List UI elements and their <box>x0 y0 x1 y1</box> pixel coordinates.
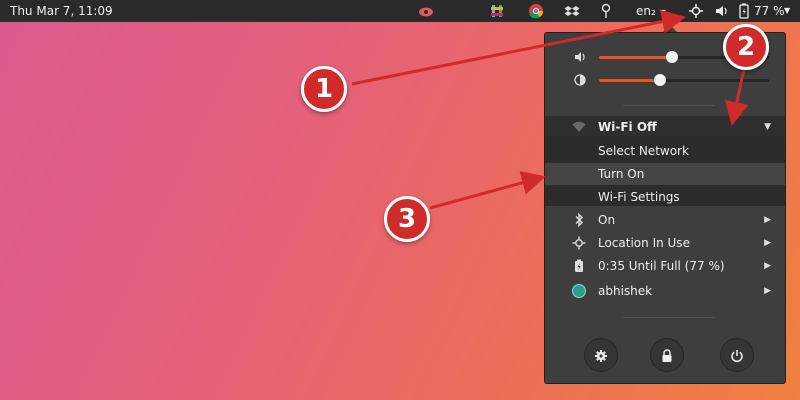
location-icon[interactable] <box>688 0 704 22</box>
lock-icon <box>661 348 673 362</box>
chevron-right-icon: ▶ <box>764 215 771 225</box>
chevron-right-icon: ▶ <box>764 286 771 296</box>
slack-icon[interactable] <box>489 0 505 22</box>
callout-3: 3 <box>384 196 430 242</box>
divider <box>623 105 715 106</box>
chevron-right-icon: ▶ <box>764 238 771 248</box>
volume-slider-fill <box>599 56 673 59</box>
battery-menu-item[interactable]: 0:35 Until Full (77 %) ▶ <box>545 255 785 277</box>
brightness-slider-row <box>545 72 785 88</box>
menu-caret <box>663 25 677 32</box>
menu-item-label: Turn On <box>598 167 645 181</box>
brightness-icon <box>573 72 587 88</box>
divider <box>623 317 715 318</box>
language-indicator[interactable]: en₂ ▼ <box>636 0 666 22</box>
power-icon <box>730 348 744 362</box>
system-menu: Wi-Fi Off ▼ Select Network Turn On Wi-Fi… <box>544 32 786 384</box>
battery-status-label: 0:35 Until Full (77 %) <box>598 259 725 273</box>
pin-icon[interactable] <box>598 0 614 22</box>
location-label: Location In Use <box>598 236 690 250</box>
battery-percent[interactable]: 77 % <box>754 0 785 22</box>
bluetooth-label: On <box>598 213 616 227</box>
chevron-down-icon: ▼ <box>659 8 666 17</box>
clock[interactable]: Thu Mar 7, 11:09 <box>10 0 113 22</box>
cloud-icon[interactable] <box>418 0 434 22</box>
chrome-icon[interactable] <box>528 0 544 22</box>
user-menu-item[interactable]: abhishek ▶ <box>545 280 785 302</box>
volume-slider-handle[interactable] <box>666 51 679 63</box>
wifi-settings[interactable]: Wi-Fi Settings <box>545 186 785 208</box>
brightness-slider-fill <box>599 79 661 82</box>
callout-1: 1 <box>301 66 347 112</box>
wifi-submenu: Select Network Turn On Wi-Fi Settings <box>545 136 785 206</box>
lock-screen-button[interactable] <box>650 338 684 372</box>
wifi-menu-header[interactable]: Wi-Fi Off ▼ <box>545 116 785 138</box>
dropbox-icon[interactable] <box>564 0 580 22</box>
wifi-status-label: Wi-Fi Off <box>598 120 657 134</box>
power-button[interactable] <box>720 338 754 372</box>
volume-icon <box>573 49 587 65</box>
location-menu-item[interactable]: Location In Use ▶ <box>545 232 785 254</box>
wifi-turn-on[interactable]: Turn On <box>545 163 785 185</box>
chevron-right-icon: ▶ <box>764 261 771 271</box>
battery-charging-icon <box>571 255 587 277</box>
chevron-down-icon: ▼ <box>764 122 771 132</box>
brightness-slider-handle[interactable] <box>654 74 667 86</box>
callout-2: 2 <box>723 24 769 70</box>
bluetooth-icon <box>571 209 587 231</box>
wifi-select-network[interactable]: Select Network <box>545 140 785 162</box>
wifi-off-icon <box>571 116 587 138</box>
location-icon <box>571 232 587 254</box>
battery-icon[interactable] <box>736 0 752 22</box>
volume-icon[interactable] <box>713 0 729 22</box>
menu-item-label: Select Network <box>598 144 689 158</box>
brightness-slider[interactable] <box>599 74 769 86</box>
chevron-down-icon[interactable]: ▼ <box>784 0 790 22</box>
arrow-3 <box>429 171 546 210</box>
menu-item-label: Wi-Fi Settings <box>598 190 680 204</box>
bluetooth-menu-item[interactable]: On ▶ <box>545 209 785 231</box>
user-name: abhishek <box>598 284 653 298</box>
language-label: en₂ <box>636 4 656 18</box>
avatar <box>571 280 587 302</box>
gear-icon <box>594 348 608 362</box>
top-bar: Thu Mar 7, 11:09 en₂ ▼ 77 % ▼ <box>0 0 800 22</box>
settings-button[interactable] <box>584 338 618 372</box>
